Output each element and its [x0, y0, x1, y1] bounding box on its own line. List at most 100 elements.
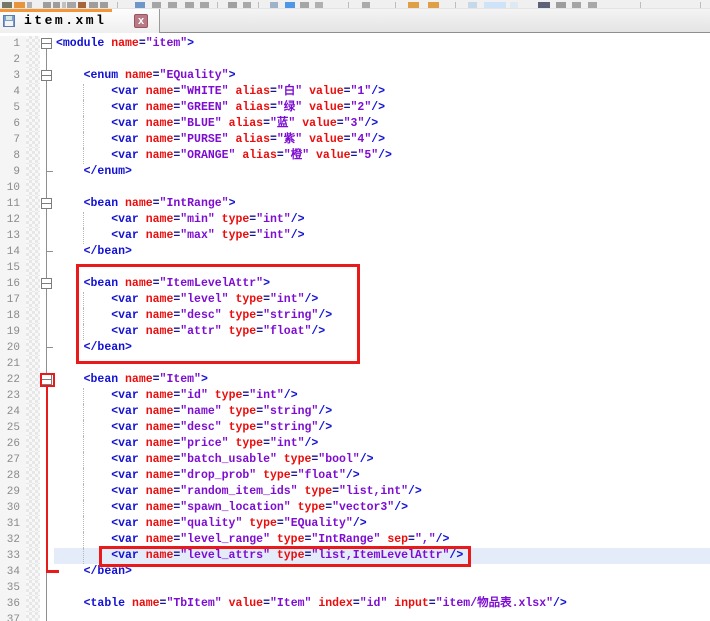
code-text[interactable]: <var name="level" type="int"/> — [54, 292, 710, 308]
line-number[interactable]: 33 — [0, 548, 26, 564]
code-text[interactable]: <var name="drop_prob" type="float"/> — [54, 468, 710, 484]
line-number[interactable]: 18 — [0, 308, 26, 324]
code-text[interactable] — [54, 260, 710, 276]
code-text[interactable]: <table name="TbItem" value="Item" index=… — [54, 596, 710, 612]
code-text[interactable]: <enum name="EQuality"> — [54, 68, 710, 84]
code-text[interactable]: <var name="max" type="int"/> — [54, 228, 710, 244]
code-text[interactable]: <var name="spawn_location" type="vector3… — [54, 500, 710, 516]
line-number[interactable]: 29 — [0, 484, 26, 500]
line-number[interactable]: 12 — [0, 212, 26, 228]
fold-collapse-icon[interactable] — [40, 196, 54, 212]
bookmark-margin — [26, 436, 40, 452]
toolbar-icon-fragment — [89, 2, 98, 8]
code-text[interactable]: <var name="BLUE" alias="蓝" value="3"/> — [54, 116, 710, 132]
code-text[interactable] — [54, 180, 710, 196]
toolbar-icon-fragment — [152, 2, 161, 8]
line-number[interactable]: 20 — [0, 340, 26, 356]
code-text[interactable]: <var name="PURSE" alias="紫" value="4"/> — [54, 132, 710, 148]
code-text[interactable]: <var name="level_range" type="IntRange" … — [54, 532, 710, 548]
line-number[interactable]: 15 — [0, 260, 26, 276]
line-number[interactable]: 32 — [0, 532, 26, 548]
code-text[interactable] — [54, 356, 710, 372]
code-text[interactable]: <var name="price" type="int"/> — [54, 436, 710, 452]
fold-margin — [40, 548, 54, 564]
syntax-token: <var — [111, 533, 139, 546]
line-number[interactable]: 35 — [0, 580, 26, 596]
line-number[interactable]: 22 — [0, 372, 26, 388]
code-text[interactable]: <bean name="ItemLevelAttr"> — [54, 276, 710, 292]
code-text[interactable]: <var name="desc" type="string"/> — [54, 420, 710, 436]
line-number[interactable]: 37 — [0, 612, 26, 621]
code-editor[interactable]: 1 <module name="item"> 23 <enum name="EQua… — [0, 33, 710, 621]
line-number[interactable]: 17 — [0, 292, 26, 308]
code-text[interactable]: <var name="random_item_ids" type="list,i… — [54, 484, 710, 500]
code-text[interactable]: </bean> — [54, 244, 710, 260]
syntax-token — [277, 453, 284, 466]
line-number[interactable]: 8 — [0, 148, 26, 164]
line-number[interactable]: 28 — [0, 468, 26, 484]
syntax-token — [139, 549, 146, 562]
code-line: 19 <var name="attr" type="float"/> — [0, 324, 710, 340]
close-icon[interactable]: x — [134, 14, 148, 28]
syntax-token: "price" — [180, 437, 228, 450]
line-number[interactable]: 9 — [0, 164, 26, 180]
line-number[interactable]: 6 — [0, 116, 26, 132]
code-text[interactable] — [54, 612, 710, 621]
syntax-token: "float" — [263, 325, 311, 338]
code-text[interactable]: <var name="min" type="int"/> — [54, 212, 710, 228]
code-text[interactable]: <var name="name" type="string"/> — [54, 404, 710, 420]
line-number[interactable]: 36 — [0, 596, 26, 612]
fold-collapse-icon[interactable] — [40, 36, 54, 52]
syntax-token — [270, 533, 277, 546]
fold-collapse-icon[interactable] — [40, 276, 54, 292]
line-number[interactable]: 5 — [0, 100, 26, 116]
code-text[interactable]: <var name="id" type="int"/> — [54, 388, 710, 404]
line-number[interactable]: 10 — [0, 180, 26, 196]
syntax-token: > — [187, 37, 194, 50]
tab-item-xml[interactable]: item.xml x — [0, 9, 160, 33]
code-text[interactable]: <module name="item"> — [54, 36, 710, 52]
syntax-token — [215, 213, 222, 226]
line-number[interactable]: 34 — [0, 564, 26, 580]
line-number[interactable]: 7 — [0, 132, 26, 148]
code-text[interactable] — [54, 580, 710, 596]
syntax-token: /> — [311, 325, 325, 338]
code-text[interactable]: <var name="attr" type="float"/> — [54, 324, 710, 340]
line-number[interactable]: 23 — [0, 388, 26, 404]
line-number[interactable]: 26 — [0, 436, 26, 452]
code-text[interactable]: <var name="WHITE" alias="白" value="1"/> — [54, 84, 710, 100]
line-number[interactable]: 3 — [0, 68, 26, 84]
code-text[interactable]: </bean> — [54, 340, 710, 356]
code-text[interactable]: <var name="GREEN" alias="绿" value="2"/> — [54, 100, 710, 116]
line-number[interactable]: 27 — [0, 452, 26, 468]
toolbar-icon-fragment — [510, 2, 518, 8]
syntax-token: /> — [553, 597, 567, 610]
code-text[interactable]: </enum> — [54, 164, 710, 180]
line-number[interactable]: 16 — [0, 276, 26, 292]
code-text[interactable]: </bean> — [54, 564, 710, 580]
code-text[interactable]: <var name="quality" type="EQuality"/> — [54, 516, 710, 532]
line-number[interactable]: 11 — [0, 196, 26, 212]
line-number[interactable]: 25 — [0, 420, 26, 436]
fold-collapse-icon[interactable] — [40, 372, 54, 388]
syntax-token: "desc" — [180, 309, 221, 322]
line-number[interactable]: 19 — [0, 324, 26, 340]
line-number[interactable]: 1 — [0, 36, 26, 52]
fold-collapse-icon[interactable] — [40, 68, 54, 84]
line-number[interactable]: 31 — [0, 516, 26, 532]
code-text[interactable]: <bean name="Item"> — [54, 372, 710, 388]
code-text[interactable]: <var name="desc" type="string"/> — [54, 308, 710, 324]
line-number[interactable]: 24 — [0, 404, 26, 420]
code-text-current-line[interactable]: <var name="level_attrs" type="list,ItemL… — [54, 548, 710, 564]
line-number[interactable]: 2 — [0, 52, 26, 68]
line-number[interactable]: 13 — [0, 228, 26, 244]
code-text[interactable]: <var name="ORANGE" alias="橙" value="5"/> — [54, 148, 710, 164]
code-text[interactable]: <var name="batch_usable" type="bool"/> — [54, 452, 710, 468]
line-number[interactable]: 30 — [0, 500, 26, 516]
code-text[interactable] — [54, 52, 710, 68]
syntax-token: <module — [56, 37, 104, 50]
line-number[interactable]: 14 — [0, 244, 26, 260]
line-number[interactable]: 4 — [0, 84, 26, 100]
code-text[interactable]: <bean name="IntRange"> — [54, 196, 710, 212]
line-number[interactable]: 21 — [0, 356, 26, 372]
